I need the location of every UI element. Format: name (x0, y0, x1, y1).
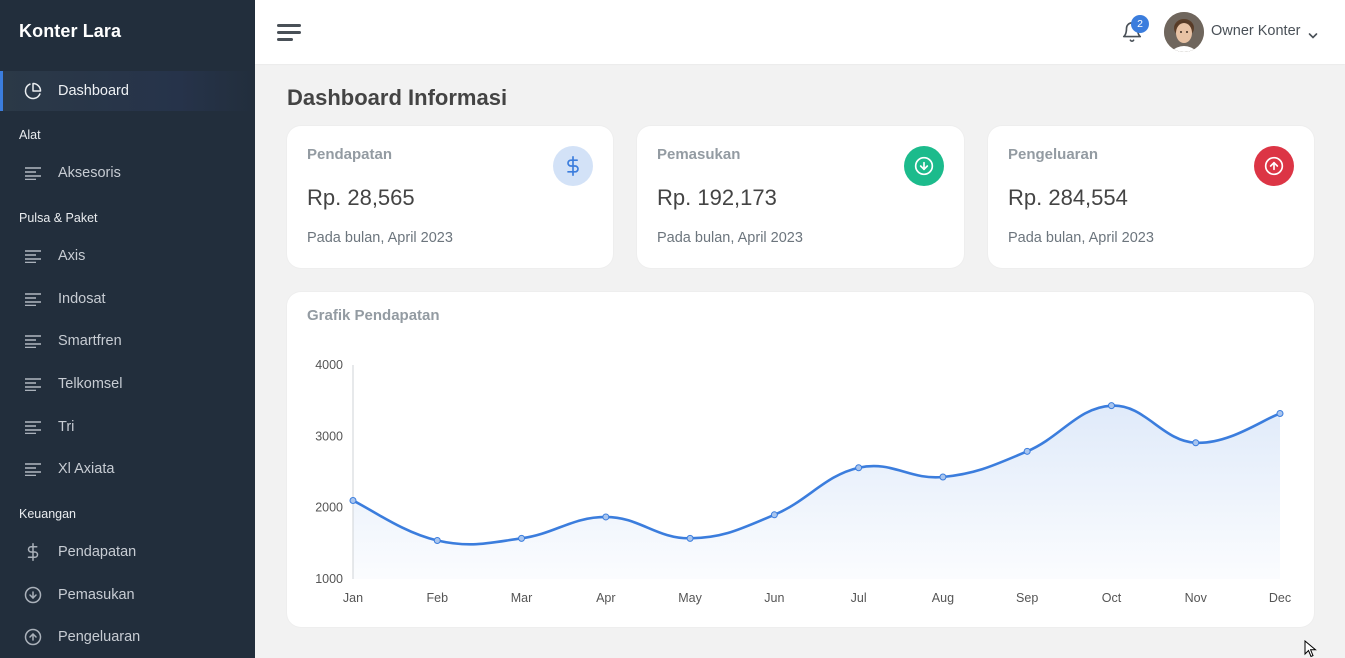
sidebar-item-indosat[interactable]: Indosat (0, 279, 255, 319)
data-point (518, 534, 526, 542)
notification-badge: 2 (1131, 15, 1149, 33)
x-tick-label: Jul (851, 591, 867, 605)
stat-card-subtitle: Pada bulan, April 2023 (657, 230, 803, 246)
stat-card-subtitle: Pada bulan, April 2023 (1008, 230, 1154, 246)
sidebar-item-label: Smartfren (58, 333, 122, 349)
sidebar: Konter Lara Dashboard Alat Aksesoris Pul… (0, 0, 255, 658)
sidebar-item-label: Pengeluaran (58, 629, 141, 645)
x-tick-label: Jan (343, 591, 363, 605)
page-title: Dashboard Informasi (287, 85, 507, 111)
x-tick-label: Mar (511, 591, 533, 605)
data-point (686, 534, 694, 542)
y-tick-label: 1000 (315, 572, 343, 586)
revenue-chart: 1000 2000 3000 4000 Jan Feb Mar Apr May Jun Jul Aug… (315, 358, 1291, 605)
x-tick-label: Sep (1016, 591, 1038, 605)
sidebar-item-xl-axiata[interactable]: Xl Axiata (0, 449, 255, 489)
data-point (1276, 410, 1284, 418)
sidebar-item-label: Xl Axiata (58, 461, 115, 477)
stat-card-pengeluaran: Pengeluaran Rp. 284,554 Pada bulan, Apri… (988, 126, 1314, 268)
x-tick-label: Aug (932, 591, 954, 605)
data-point (770, 511, 778, 519)
data-point (1107, 402, 1115, 410)
data-point (349, 497, 357, 505)
sidebar-item-label: Aksesoris (58, 165, 121, 181)
sidebar-item-pengeluaran[interactable]: Pengeluaran (0, 617, 255, 657)
avatar[interactable] (1164, 12, 1204, 52)
data-point (855, 464, 863, 472)
user-menu[interactable]: Owner Konter (1211, 23, 1300, 39)
brand-logo[interactable]: Konter Lara (19, 21, 121, 42)
data-point (433, 536, 441, 544)
y-tick-label: 4000 (315, 358, 343, 372)
stat-card-pemasukan: Pemasukan Rp. 192,173 Pada bulan, April … (637, 126, 964, 268)
arrow-down-circle-icon (24, 586, 42, 604)
sidebar-section-alat: Alat (19, 128, 41, 142)
x-tick-label: Apr (596, 591, 615, 605)
x-tick-label: Jun (764, 591, 784, 605)
mouse-cursor-icon (1304, 639, 1318, 658)
sidebar-item-label: Axis (58, 248, 86, 264)
page-title-strong: Dashboard (287, 85, 402, 110)
sidebar-item-pemasukan[interactable]: Pemasukan (0, 575, 255, 615)
dollar-icon (24, 543, 42, 561)
sidebar-item-label: Telkomsel (58, 376, 123, 392)
stat-card-title: Pemasukan (657, 146, 741, 163)
x-tick-label: Nov (1185, 591, 1208, 605)
sidebar-item-label: Pendapatan (58, 544, 137, 560)
menu-toggle-icon[interactable] (277, 22, 301, 42)
stat-card-value: Rp. 28,565 (307, 185, 415, 210)
align-left-icon (24, 164, 42, 182)
stat-card-title: Pengeluaran (1008, 146, 1099, 163)
arrow-down-circle-icon (904, 146, 944, 186)
pie-chart-icon (24, 82, 42, 100)
stat-card-title: Pendapatan (307, 146, 393, 163)
chart-card: Grafik Pendapatan 1000 2000 3000 4000 Jan Feb… (287, 292, 1314, 627)
sidebar-section-pulsa: Pulsa & Paket (19, 211, 98, 225)
sidebar-item-label: Indosat (58, 291, 106, 307)
dollar-icon (553, 146, 593, 186)
x-tick-label: Feb (426, 591, 448, 605)
align-left-icon (24, 290, 42, 308)
sidebar-item-smartfren[interactable]: Smartfren (0, 321, 255, 361)
stat-card-pendapatan: Pendapatan Rp. 28,565 Pada bulan, April … (287, 126, 613, 268)
x-tick-label: Oct (1102, 591, 1122, 605)
x-tick-label: May (678, 591, 702, 605)
sidebar-item-telkomsel[interactable]: Telkomsel (0, 364, 255, 404)
x-tick-label: Dec (1269, 591, 1291, 605)
topbar: 2 Owner Konter (255, 0, 1345, 64)
chevron-down-icon[interactable] (1308, 27, 1318, 39)
align-left-icon (24, 375, 42, 393)
sidebar-section-keuangan: Keuangan (19, 507, 77, 521)
sidebar-item-aksesoris[interactable]: Aksesoris (0, 153, 255, 193)
data-point (1023, 447, 1031, 455)
data-point (1192, 439, 1200, 447)
arrow-up-circle-icon (1254, 146, 1294, 186)
stat-card-subtitle: Pada bulan, April 2023 (307, 230, 453, 246)
y-tick-label: 3000 (315, 429, 343, 443)
page-title-rest: Informasi (408, 85, 508, 110)
sidebar-item-axis[interactable]: Axis (0, 236, 255, 276)
sidebar-item-tri[interactable]: Tri (0, 407, 255, 447)
arrow-up-circle-icon (24, 628, 42, 646)
sidebar-item-label: Dashboard (58, 83, 129, 99)
data-point (939, 473, 947, 481)
sidebar-item-dashboard[interactable]: Dashboard (0, 71, 255, 111)
y-tick-label: 2000 (315, 501, 343, 515)
stat-card-value: Rp. 284,554 (1008, 185, 1128, 210)
stat-card-value: Rp. 192,173 (657, 185, 777, 210)
align-left-icon (24, 460, 42, 478)
align-left-icon (24, 247, 42, 265)
chart-area-fill (353, 405, 1280, 579)
data-point (602, 513, 610, 521)
sidebar-item-label: Pemasukan (58, 587, 135, 603)
sidebar-item-label: Tri (58, 419, 75, 435)
sidebar-item-pendapatan[interactable]: Pendapatan (0, 532, 255, 572)
align-left-icon (24, 418, 42, 436)
align-left-icon (24, 332, 42, 350)
